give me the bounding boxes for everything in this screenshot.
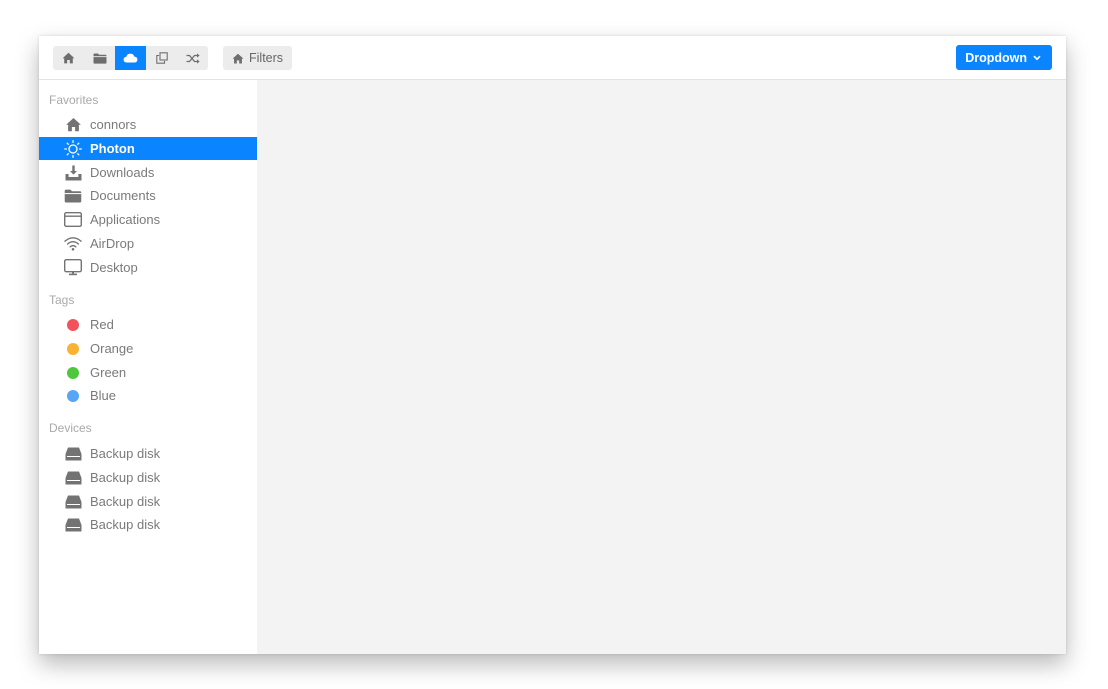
sidebar-item-label: connors bbox=[90, 117, 137, 132]
sidebar-item-applications[interactable]: Applications bbox=[39, 208, 257, 231]
monitor-icon bbox=[64, 259, 82, 277]
sidebar-item-backup-disk[interactable]: Backup disk bbox=[39, 442, 257, 465]
tags-section-title: Tags bbox=[49, 293, 75, 307]
sidebar-item-tag-green[interactable]: Green bbox=[39, 361, 257, 384]
home-button[interactable] bbox=[53, 46, 84, 70]
blue-dot bbox=[67, 389, 79, 402]
sidebar-item-label: Applications bbox=[90, 212, 161, 227]
window-icon bbox=[64, 211, 82, 229]
home-icon bbox=[62, 52, 75, 64]
signal-icon bbox=[64, 235, 82, 253]
tag-red-dot-icon bbox=[64, 316, 82, 334]
sidebar-item-tag-orange[interactable]: Orange bbox=[39, 337, 257, 360]
sidebar-item-label: Red bbox=[90, 317, 114, 332]
tag-orange-dot-icon bbox=[64, 340, 82, 358]
drive-icon bbox=[64, 469, 82, 487]
tag-green-dot-icon bbox=[64, 364, 82, 382]
sidebar-item-label: Backup disk bbox=[90, 446, 161, 461]
sidebar-item-backup-disk[interactable]: Backup disk bbox=[39, 513, 257, 536]
app-window: Filters Dropdown Favorites connors Photo… bbox=[39, 36, 1066, 654]
sidebar-item-label: Blue bbox=[90, 388, 117, 403]
sidebar-item-documents[interactable]: Documents bbox=[39, 184, 257, 207]
sidebar-item-label: Backup disk bbox=[90, 470, 161, 485]
dropdown-label: Dropdown bbox=[965, 50, 1027, 65]
sidebar-item-label: Downloads bbox=[90, 165, 155, 180]
sidebar-item-desktop[interactable]: Desktop bbox=[39, 256, 257, 279]
cloud-button[interactable] bbox=[115, 46, 146, 70]
drive-icon bbox=[64, 516, 82, 534]
chevron-down-icon bbox=[1033, 55, 1041, 60]
folder-icon bbox=[64, 187, 82, 205]
red-dot bbox=[67, 318, 79, 331]
sidebar: Favorites connors Photon Downloads Docum… bbox=[39, 80, 257, 654]
filters-button[interactable]: Filters bbox=[223, 46, 293, 70]
download-icon bbox=[64, 164, 82, 182]
folder-button[interactable] bbox=[84, 46, 115, 70]
sidebar-item-label: Backup disk bbox=[90, 517, 161, 532]
light-up-icon bbox=[64, 139, 82, 158]
home-icon bbox=[232, 53, 244, 63]
sidebar-item-label: Photon bbox=[90, 141, 135, 156]
filters-label: Filters bbox=[249, 51, 284, 65]
drive-icon bbox=[64, 493, 82, 511]
shuffle-button[interactable] bbox=[177, 46, 208, 70]
sidebar-item-label: Documents bbox=[90, 188, 156, 203]
shuffle-icon bbox=[186, 52, 200, 64]
folder-icon bbox=[93, 53, 106, 64]
sidebar-item-downloads[interactable]: Downloads bbox=[39, 161, 257, 184]
tag-blue-dot-icon bbox=[64, 387, 82, 405]
sidebar-item-tag-blue[interactable]: Blue bbox=[39, 384, 257, 407]
sidebar-item-backup-disk[interactable]: Backup disk bbox=[39, 466, 257, 489]
green-dot bbox=[67, 366, 79, 379]
favorites-section-title: Favorites bbox=[49, 93, 99, 107]
sidebar-item-label: Backup disk bbox=[90, 494, 161, 509]
sidebar-item-label: Orange bbox=[90, 341, 134, 356]
toolbar: Filters Dropdown bbox=[39, 36, 1066, 80]
popup-button[interactable] bbox=[146, 46, 177, 70]
drive-icon bbox=[64, 445, 82, 463]
sidebar-item-backup-disk[interactable]: Backup disk bbox=[39, 490, 257, 513]
sidebar-item-airdrop[interactable]: AirDrop bbox=[39, 232, 257, 255]
toolbar-button-group bbox=[53, 46, 208, 70]
cloud-icon bbox=[123, 53, 138, 63]
orange-dot bbox=[67, 342, 79, 355]
sidebar-item-photon[interactable]: Photon bbox=[39, 137, 257, 160]
devices-section-title: Devices bbox=[49, 421, 92, 435]
home-icon bbox=[64, 116, 82, 134]
sidebar-item-tag-red[interactable]: Red bbox=[39, 313, 257, 336]
sidebar-item-label: Desktop bbox=[90, 260, 138, 275]
sidebar-item-connors[interactable]: connors bbox=[39, 113, 257, 136]
popup-icon bbox=[155, 52, 168, 64]
sidebar-item-label: Green bbox=[90, 365, 127, 380]
main-content-pane bbox=[257, 80, 1066, 654]
sidebar-item-label: AirDrop bbox=[90, 236, 135, 251]
dropdown-button[interactable]: Dropdown bbox=[956, 45, 1052, 70]
